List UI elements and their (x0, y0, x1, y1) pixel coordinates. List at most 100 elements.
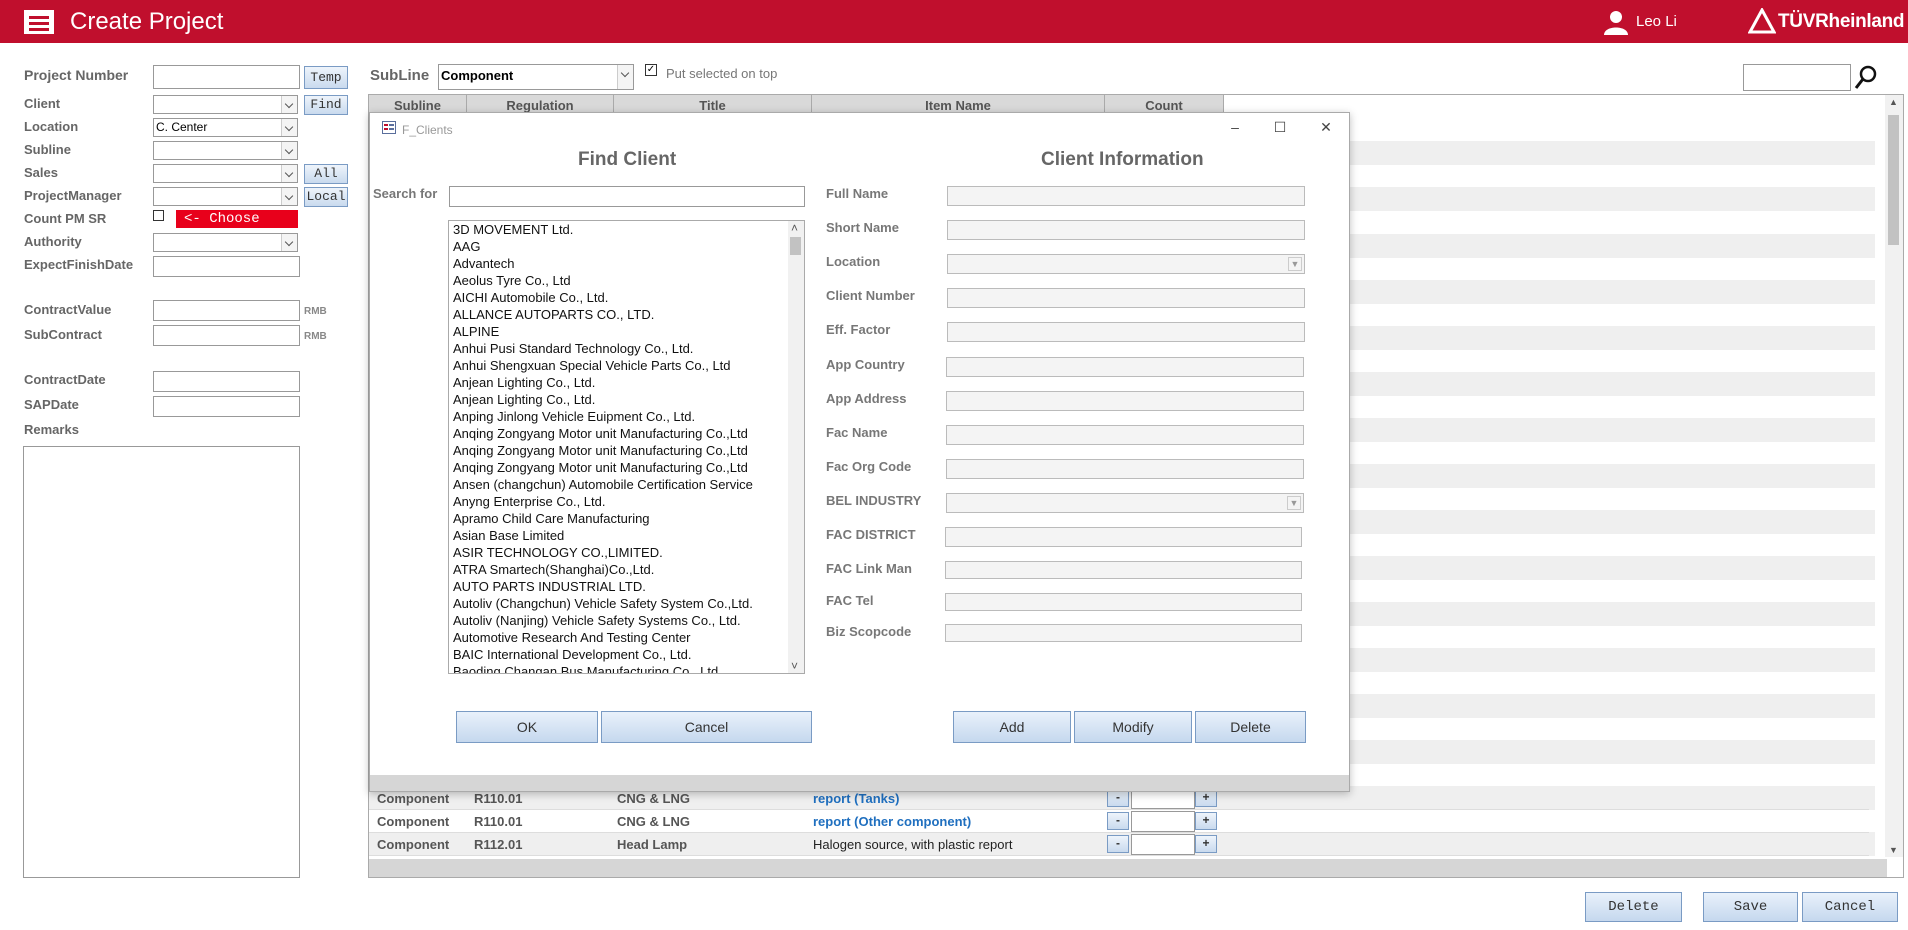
fac-name-field[interactable] (946, 425, 1304, 445)
fac-org-code-field[interactable] (946, 459, 1304, 479)
fac-link-man-field[interactable] (945, 561, 1302, 579)
grid-horizontal-scrollbar[interactable] (369, 859, 1887, 877)
client-list-item[interactable]: Asian Base Limited (449, 527, 804, 544)
count-pm-sr-checkbox[interactable] (153, 210, 164, 221)
project-number-input[interactable] (153, 65, 300, 89)
subcontract-input[interactable] (153, 325, 300, 346)
cancel-button[interactable]: Cancel (601, 711, 812, 743)
client-list-items[interactable]: 3D MOVEMENT Ltd. AAG Advantech Aeolus Tyre … (449, 221, 804, 673)
chevron-down-icon[interactable] (281, 119, 297, 136)
biz-scopcode-field[interactable] (945, 624, 1302, 642)
client-list-item[interactable]: Advantech (449, 255, 804, 272)
decrement-button[interactable]: - (1107, 812, 1129, 830)
client-list-item[interactable]: Apramo Child Care Manufacturing (449, 510, 804, 527)
chevron-down-icon[interactable] (281, 142, 297, 159)
count-input[interactable] (1131, 834, 1195, 855)
expect-finish-date-input[interactable] (153, 256, 300, 277)
chevron-down-icon[interactable] (281, 96, 297, 113)
chevron-down-icon[interactable] (281, 188, 297, 205)
cell-item-link[interactable]: report (Other component) (813, 814, 971, 829)
client-number-field[interactable] (947, 288, 1305, 308)
client-search-input[interactable] (449, 186, 805, 207)
delete-button[interactable]: Delete (1585, 892, 1682, 922)
put-on-top-checkbox[interactable]: ✓ (645, 64, 657, 76)
client-list-item[interactable]: AICHI Automobile Co., Ltd. (449, 289, 804, 306)
client-list-item[interactable]: BAIC International Development Co., Ltd. (449, 646, 804, 663)
sales-combo[interactable] (153, 164, 298, 183)
location-combo[interactable]: C. Center (153, 118, 298, 137)
client-list[interactable]: 3D MOVEMENT Ltd. AAG Advantech Aeolus Tyre … (448, 220, 805, 674)
modify-client-button[interactable]: Modify (1074, 711, 1192, 743)
short-name-field[interactable] (947, 220, 1305, 240)
client-list-item[interactable]: ALLANCE AUTOPARTS CO., LTD. (449, 306, 804, 323)
client-list-item[interactable]: Anqing Zongyang Motor unit Manufacturing… (449, 442, 804, 459)
minimize-icon[interactable]: – (1225, 119, 1245, 137)
client-list-item[interactable]: Autoliv (Changchun) Vehicle Safety Syste… (449, 595, 804, 612)
authority-combo[interactable] (153, 233, 298, 252)
close-icon[interactable]: ✕ (1316, 119, 1336, 137)
subline-filter-combo[interactable]: Component (438, 64, 634, 90)
table-row[interactable]: Component R112.01 Head Lamp Halogen sour… (369, 833, 1869, 856)
save-button[interactable]: Save (1703, 892, 1798, 922)
client-combo[interactable] (153, 95, 298, 114)
decrement-button[interactable]: - (1107, 835, 1129, 853)
client-list-item[interactable]: Anyng Enterprise Co., Ltd. (449, 493, 804, 510)
increment-button[interactable]: + (1195, 812, 1217, 830)
app-country-field[interactable] (946, 357, 1304, 377)
scroll-thumb[interactable] (1888, 115, 1899, 245)
client-list-item[interactable]: Autoliv (Nanjing) Vehicle Safety Systems… (449, 612, 804, 629)
client-list-item[interactable]: AUTO PARTS INDUSTRIAL LTD. (449, 578, 804, 595)
increment-button[interactable]: + (1195, 835, 1217, 853)
temp-button[interactable]: Temp (304, 66, 348, 89)
contract-date-input[interactable] (153, 371, 300, 392)
client-list-item[interactable]: Anjean Lighting Co., Ltd. (449, 374, 804, 391)
client-list-item[interactable]: Ansen (changchun) Automobile Certificati… (449, 476, 804, 493)
client-list-item[interactable]: Anjean Lighting Co., Ltd. (449, 391, 804, 408)
client-list-item[interactable]: ASIR TECHNOLOGY CO.,LIMITED. (449, 544, 804, 561)
eff-factor-field[interactable] (947, 322, 1305, 342)
scroll-thumb[interactable] (790, 237, 801, 255)
chevron-down-icon[interactable]: ˅ (791, 659, 798, 673)
fac-district-field[interactable] (945, 527, 1302, 547)
add-client-button[interactable]: Add (953, 711, 1071, 743)
project-manager-combo[interactable] (153, 187, 298, 206)
client-list-item[interactable]: Anqing Zongyang Motor unit Manufacturing… (449, 459, 804, 476)
search-icon[interactable] (1853, 64, 1879, 92)
client-list-item[interactable]: Baoding Changan Bus Manufacturing Co., L… (449, 663, 804, 673)
client-list-item[interactable]: Anqing Zongyang Motor unit Manufacturing… (449, 425, 804, 442)
client-list-item[interactable]: Anping Jinlong Vehicle Euipment Co., Ltd… (449, 408, 804, 425)
scroll-up-icon[interactable]: ▲ (1889, 97, 1898, 107)
bel-industry-select[interactable]: ▼ (946, 493, 1304, 513)
grid-search-input[interactable] (1743, 64, 1851, 91)
client-list-item[interactable]: 3D MOVEMENT Ltd. (449, 221, 804, 238)
client-list-scrollbar[interactable]: ˄ ˅ (788, 221, 804, 673)
client-list-item[interactable]: Aeolus Tyre Co., Ltd (449, 272, 804, 289)
client-list-item[interactable]: Anhui Shengxuan Special Vehicle Parts Co… (449, 357, 804, 374)
scroll-down-icon[interactable]: ▼ (1889, 845, 1898, 855)
full-name-field[interactable] (947, 186, 1305, 206)
client-list-item[interactable]: Anhui Pusi Standard Technology Co., Ltd. (449, 340, 804, 357)
cell-item-link[interactable]: report (Tanks) (813, 791, 899, 806)
cancel-project-button[interactable]: Cancel (1802, 892, 1898, 922)
app-address-field[interactable] (946, 391, 1304, 411)
fac-tel-field[interactable] (945, 593, 1302, 611)
location-select[interactable]: ▼ (947, 254, 1305, 274)
contract-value-input[interactable] (153, 300, 300, 321)
chevron-down-icon[interactable] (281, 165, 297, 182)
find-button[interactable]: Find (304, 95, 348, 115)
client-list-item[interactable]: AAG (449, 238, 804, 255)
subline-combo[interactable] (153, 141, 298, 160)
chevron-up-icon[interactable]: ˄ (791, 221, 798, 235)
count-input[interactable] (1131, 811, 1195, 832)
grid-vertical-scrollbar[interactable]: ▲ ▼ (1885, 95, 1903, 857)
chevron-down-icon[interactable]: ▼ (1288, 257, 1302, 271)
sap-date-input[interactable] (153, 396, 300, 417)
local-button[interactable]: Local (304, 187, 348, 207)
all-button[interactable]: All (304, 164, 348, 184)
client-list-item[interactable]: ALPINE (449, 323, 804, 340)
maximize-icon[interactable]: ☐ (1270, 119, 1290, 137)
client-list-item[interactable]: ATRA Smartech(Shanghai)Co.,Ltd. (449, 561, 804, 578)
chevron-down-icon[interactable] (281, 234, 297, 251)
chevron-down-icon[interactable] (617, 65, 633, 89)
ok-button[interactable]: OK (456, 711, 598, 743)
